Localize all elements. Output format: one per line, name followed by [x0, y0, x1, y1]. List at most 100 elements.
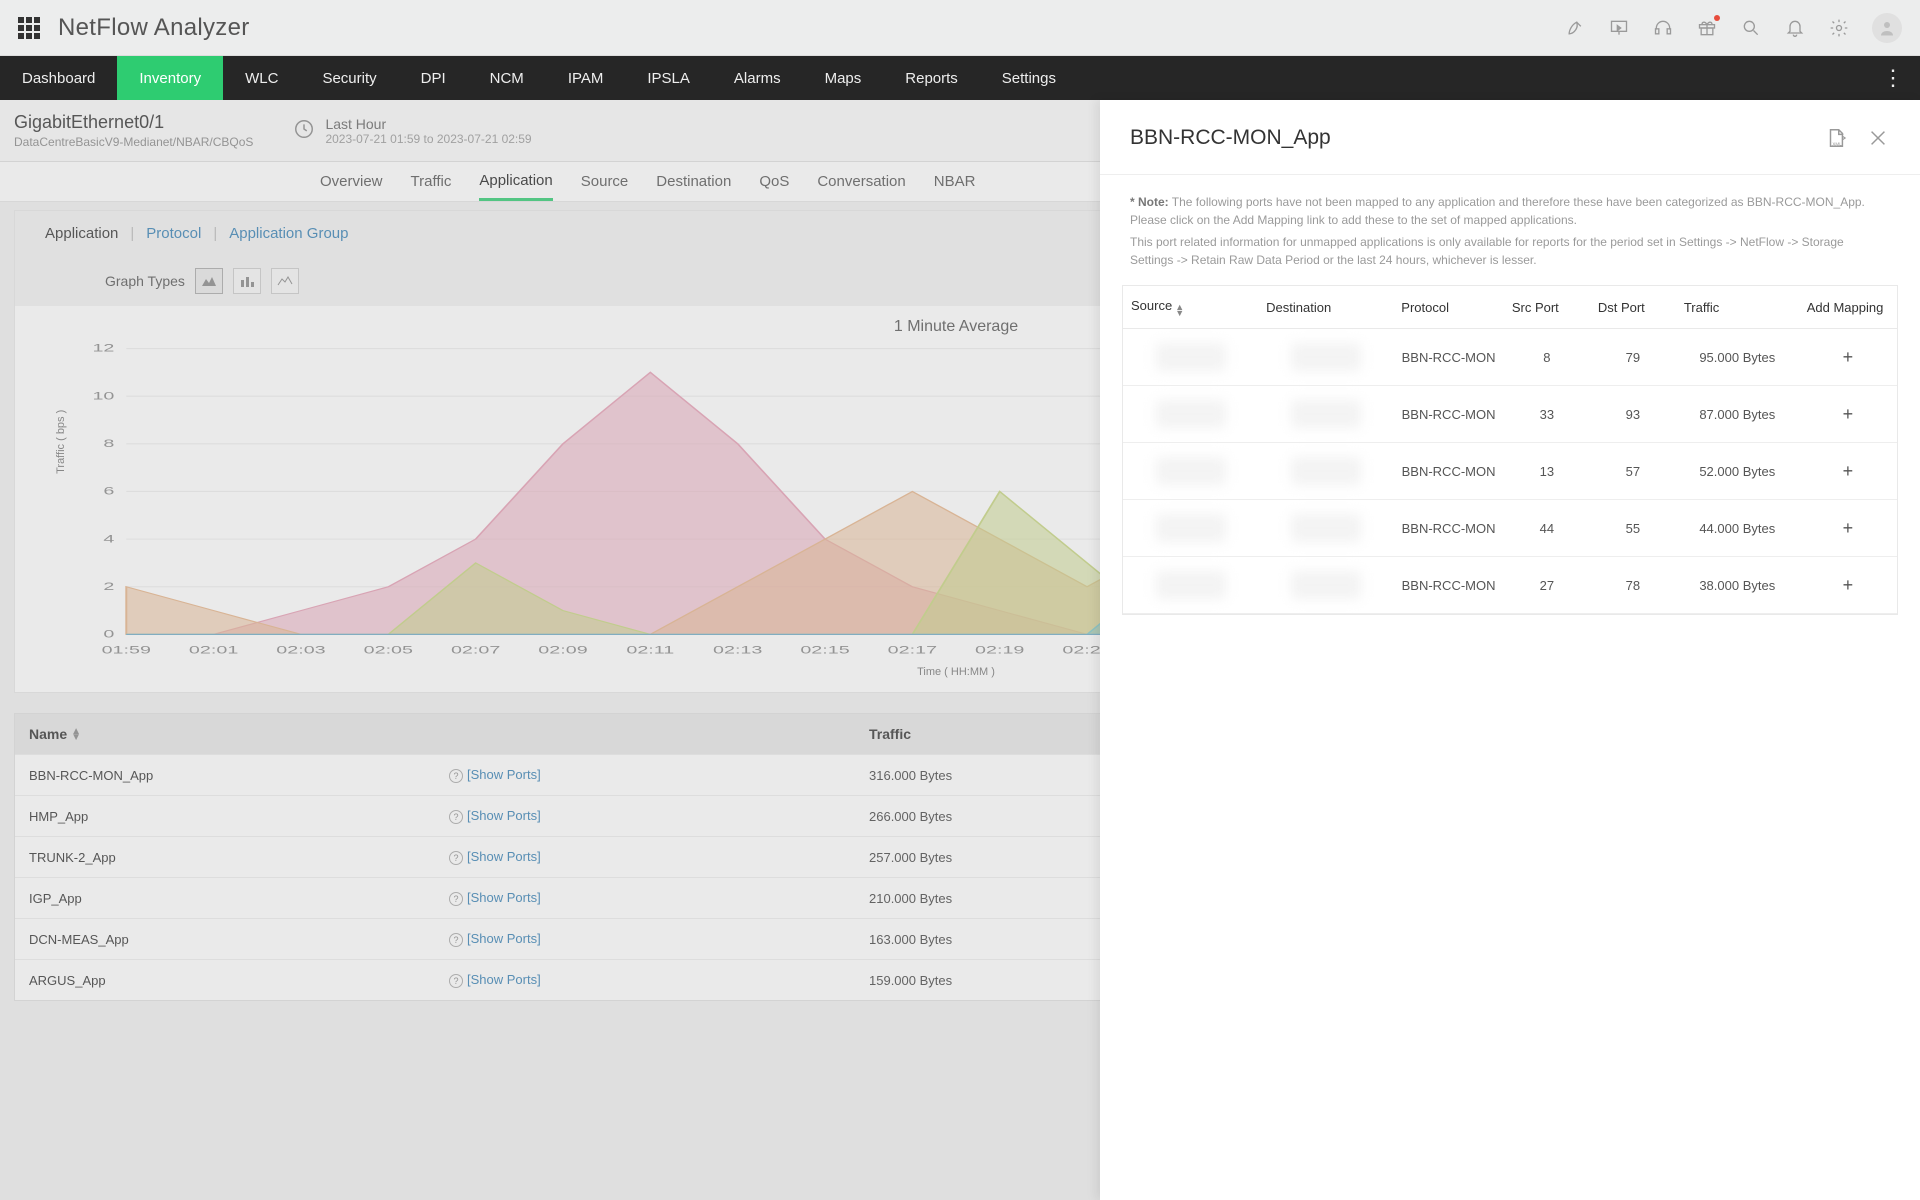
time-range[interactable]: Last Hour 2023-07-21 01:59 to 2023-07-21…	[293, 116, 531, 146]
svg-text:01:59: 01:59	[102, 645, 152, 656]
rocket-icon[interactable]	[1564, 17, 1586, 39]
svg-text:6: 6	[103, 486, 114, 497]
nav-settings[interactable]: Settings	[980, 56, 1078, 100]
traffic-cell: 52.000 Bytes	[1676, 450, 1799, 493]
tab-nbar[interactable]: NBAR	[934, 164, 976, 199]
app-name: IGP_App	[29, 891, 449, 906]
ports-col-protocol[interactable]: Protocol	[1393, 288, 1504, 327]
add-mapping-button[interactable]: +	[1799, 561, 1897, 610]
add-mapping-button[interactable]: +	[1799, 504, 1897, 553]
show-ports-link[interactable]: ?[Show Ports]	[449, 767, 869, 783]
panel-note2: This port related information for unmapp…	[1100, 233, 1920, 285]
srcport-cell: 27	[1504, 564, 1590, 607]
nav-dpi[interactable]: DPI	[399, 56, 468, 100]
ports-row: BBN-RCC-MON277838.000 Bytes+	[1123, 557, 1897, 614]
add-mapping-button[interactable]: +	[1799, 333, 1897, 382]
pill-appgroup[interactable]: Application Group	[229, 225, 348, 242]
panel-note: * Note: The following ports have not bee…	[1100, 175, 1920, 233]
nav-alarms[interactable]: Alarms	[712, 56, 803, 100]
ports-row: BBN-RCC-MON87995.000 Bytes+	[1123, 329, 1897, 386]
add-mapping-button[interactable]: +	[1799, 390, 1897, 439]
svg-text:02:05: 02:05	[364, 645, 414, 656]
pill-protocol[interactable]: Protocol	[146, 225, 201, 242]
tab-source[interactable]: Source	[581, 164, 629, 199]
ports-col-src-port[interactable]: Src Port	[1504, 288, 1590, 327]
protocol-cell: BBN-RCC-MON	[1393, 336, 1504, 379]
ports-row: BBN-RCC-MON339387.000 Bytes+	[1123, 386, 1897, 443]
tab-overview[interactable]: Overview	[320, 164, 383, 199]
srcport-cell: 33	[1504, 393, 1590, 436]
dstport-cell: 55	[1590, 507, 1676, 550]
show-ports-link[interactable]: ?[Show Ports]	[449, 890, 869, 906]
traffic-cell: 95.000 Bytes	[1676, 336, 1799, 379]
ports-col-destination[interactable]: Destination	[1258, 288, 1393, 327]
nav-ipam[interactable]: IPAM	[546, 56, 626, 100]
app-name: DCN-MEAS_App	[29, 932, 449, 947]
svg-text:02:07: 02:07	[451, 645, 501, 656]
destination-cell	[1291, 571, 1361, 599]
range-detail: 2023-07-21 01:59 to 2023-07-21 02:59	[325, 132, 531, 146]
add-mapping-button[interactable]: +	[1799, 447, 1897, 496]
nav-reports[interactable]: Reports	[883, 56, 980, 100]
close-icon[interactable]	[1866, 126, 1890, 150]
ports-row: BBN-RCC-MON135752.000 Bytes+	[1123, 443, 1897, 500]
nav-security[interactable]: Security	[300, 56, 398, 100]
traffic-cell: 38.000 Bytes	[1676, 564, 1799, 607]
ports-col-source[interactable]: Source▲▼	[1123, 286, 1258, 328]
side-panel: BBN-RCC-MON_App XML * Note: The followin…	[1100, 100, 1920, 1200]
app-name: ARGUS_App	[29, 973, 449, 988]
graph-type-line-icon[interactable]	[271, 268, 299, 294]
tab-conversation[interactable]: Conversation	[817, 164, 905, 199]
nav-wlc[interactable]: WLC	[223, 56, 300, 100]
gift-icon[interactable]	[1696, 17, 1718, 39]
graph-type-area-icon[interactable]	[195, 268, 223, 294]
headset-icon[interactable]	[1652, 17, 1674, 39]
srcport-cell: 44	[1504, 507, 1590, 550]
srcport-cell: 13	[1504, 450, 1590, 493]
export-xml-icon[interactable]: XML	[1824, 126, 1848, 150]
nav-more-icon[interactable]: ⋮	[1866, 56, 1920, 100]
protocol-cell: BBN-RCC-MON	[1393, 393, 1504, 436]
svg-text:02:19: 02:19	[975, 645, 1025, 656]
nav-dashboard[interactable]: Dashboard	[0, 56, 117, 100]
graph-type-bar-icon[interactable]	[233, 268, 261, 294]
gear-icon[interactable]	[1828, 17, 1850, 39]
show-ports-link[interactable]: ?[Show Ports]	[449, 808, 869, 824]
svg-text:02:17: 02:17	[888, 645, 938, 656]
avatar-icon[interactable]	[1872, 13, 1902, 43]
bell-icon[interactable]	[1784, 17, 1806, 39]
search-icon[interactable]	[1740, 17, 1762, 39]
tab-traffic[interactable]: Traffic	[411, 164, 452, 199]
tab-destination[interactable]: Destination	[656, 164, 731, 199]
show-ports-link[interactable]: ?[Show Ports]	[449, 849, 869, 865]
nav-ipsla[interactable]: IPSLA	[625, 56, 712, 100]
destination-cell	[1291, 514, 1361, 542]
ports-col-traffic[interactable]: Traffic	[1676, 288, 1799, 327]
app-launcher-icon[interactable]	[18, 17, 40, 39]
tab-qos[interactable]: QoS	[759, 164, 789, 199]
topbar-icons	[1564, 13, 1902, 43]
ports-col-dst-port[interactable]: Dst Port	[1590, 288, 1676, 327]
app-name: HMP_App	[29, 809, 449, 824]
source-cell	[1156, 457, 1226, 485]
presentation-icon[interactable]	[1608, 17, 1630, 39]
svg-text:02:15: 02:15	[800, 645, 850, 656]
show-ports-link[interactable]: ?[Show Ports]	[449, 931, 869, 947]
panel-title: BBN-RCC-MON_App	[1130, 126, 1331, 150]
svg-text:0: 0	[103, 629, 114, 640]
show-ports-link[interactable]: ?[Show Ports]	[449, 972, 869, 988]
destination-cell	[1291, 457, 1361, 485]
svg-text:2: 2	[103, 581, 114, 592]
nav-ncm[interactable]: NCM	[468, 56, 546, 100]
col-name[interactable]: Name▲▼	[29, 726, 449, 742]
nav-maps[interactable]: Maps	[803, 56, 884, 100]
ports-col-add-mapping[interactable]: Add Mapping	[1799, 288, 1897, 327]
tab-application[interactable]: Application	[479, 163, 552, 201]
dstport-cell: 78	[1590, 564, 1676, 607]
srcport-cell: 8	[1504, 336, 1590, 379]
pill-application[interactable]: Application	[45, 225, 118, 242]
nav-inventory[interactable]: Inventory	[117, 56, 223, 100]
graph-types-label: Graph Types	[105, 273, 185, 289]
brand-title: NetFlow Analyzer	[58, 14, 250, 42]
main-nav: DashboardInventoryWLCSecurityDPINCMIPAMI…	[0, 56, 1920, 100]
